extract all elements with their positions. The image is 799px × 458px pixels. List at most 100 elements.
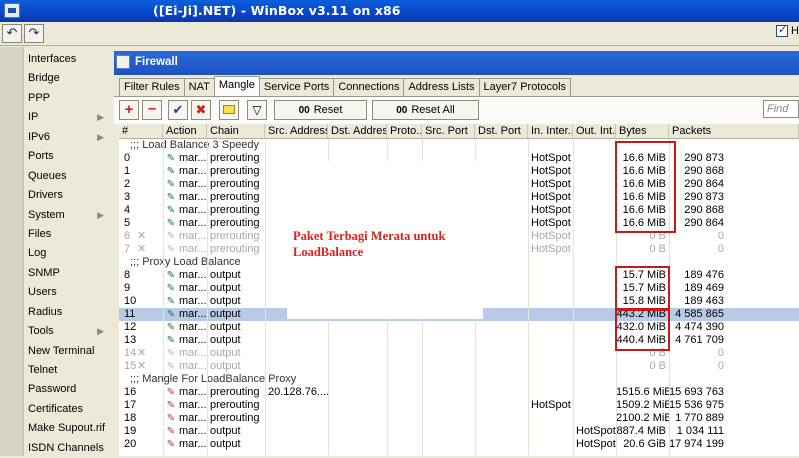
sidebar-item-new-terminal[interactable]: New Terminal: [24, 342, 112, 361]
reset-counters-button[interactable]: 00Reset Counters: [274, 100, 367, 135]
table-row[interactable]: 20 ✎ mar... output HotSpot 20.6 GiB 17 974 199: [119, 438, 799, 451]
plus-icon[interactable]: +: [119, 100, 139, 120]
sidebar-item-label: Ports: [28, 150, 54, 163]
column-header[interactable]: Dst. Port: [475, 124, 528, 139]
sidebar-item-label: Tools: [28, 325, 54, 338]
sidebar-item-snmp[interactable]: SNMP: [24, 264, 112, 283]
sidebar-item-radius[interactable]: Radius: [24, 303, 112, 322]
rule-in-interface: HotSpot: [531, 191, 571, 203]
tab-mangle[interactable]: Mangle: [213, 76, 260, 96]
rule-out-interface: [573, 165, 616, 178]
mark-action-icon: ✎: [166, 335, 176, 346]
redo-icon[interactable]: ↷: [24, 24, 44, 43]
check-icon[interactable]: ✔: [168, 100, 188, 120]
rule-packets: 290 873: [684, 152, 724, 164]
annotation-line-1: Paket Terbagi Merata untuk: [293, 229, 446, 243]
sidebar-item-system[interactable]: System ▶: [24, 206, 112, 225]
sidebar-item-password[interactable]: Password: [24, 380, 112, 399]
rule-action: ✎ mar...: [163, 412, 207, 425]
sidebar-item-ipv6[interactable]: IPv6 ▶: [24, 128, 112, 147]
find-input[interactable]: Find: [763, 100, 799, 118]
column-header[interactable]: In. Inter...: [528, 124, 573, 139]
table-row[interactable]: 18 ✎ mar... prerouting 2100.2 MiB 1 770 889: [119, 412, 799, 425]
table-row[interactable]: 17 ✎ mar... prerouting HotSpot 1509.2 MiB 15 5…: [119, 399, 799, 412]
hold-check-icon[interactable]: [776, 23, 789, 37]
minus-icon[interactable]: –: [142, 100, 162, 120]
table-row[interactable]: 13 ✎ mar... output 440.4 MiB 4 761 709: [119, 334, 799, 347]
sidebar-item-users[interactable]: Users: [24, 283, 112, 302]
rule-number: 2: [124, 178, 131, 190]
firewall-tabs: Filter Rules NAT Mangle Service Ports Connec…: [119, 76, 572, 97]
column-header[interactable]: Packets: [669, 124, 799, 139]
sidebar-item-certificates[interactable]: Certificates: [24, 400, 112, 419]
rule-src-address: [265, 438, 328, 451]
table-header: #ActionChainSrc. AddressDst. AddressProt…: [119, 124, 799, 139]
action-label: mar...: [179, 438, 207, 450]
table-row[interactable]: 15 ✕ ✎ mar... output 0 B 0: [119, 360, 799, 373]
rule-number: 3: [124, 191, 131, 203]
table-row[interactable]: 14 ✕ ✎ mar... output 0 B0: [119, 347, 799, 360]
column-header[interactable]: Action: [163, 124, 207, 139]
sidebar-item-drivers[interactable]: Drivers: [24, 186, 112, 205]
disabled-x-icon: ✕: [137, 230, 147, 242]
sidebar-item-queues[interactable]: Queues: [24, 167, 112, 186]
sidebar-item-ip[interactable]: IP ▶: [24, 108, 112, 127]
annotation-line-2: LoadBalance: [293, 245, 364, 259]
rule-action: ✎ mar...: [163, 295, 207, 308]
reset-counters-prefix: 00: [298, 105, 310, 116]
mark-action-icon: ✎: [166, 270, 176, 281]
tab-address-lists[interactable]: Address Lists: [403, 78, 480, 96]
table-row[interactable]: 19 ✎ mar... output HotSpot 887.4 MiB 1 034 111: [119, 425, 799, 438]
sidebar-item-files[interactable]: Files: [24, 225, 112, 244]
comment-row[interactable]: ;;; Mangle For LoadBalance Proxy: [119, 373, 799, 386]
sidebar-item-label: ISDN Channels: [28, 441, 104, 454]
sidebar-item-interfaces[interactable]: Interfaces: [24, 50, 112, 69]
sidebar-item-telnet[interactable]: Telnet: [24, 361, 112, 380]
rule-in-interface: HotSpot: [531, 204, 571, 216]
column-header[interactable]: Src. Port: [422, 124, 475, 139]
filter-icon[interactable]: ▽: [247, 100, 267, 120]
hold-checkbox[interactable]: H: [776, 23, 799, 37]
column-header[interactable]: Proto...: [387, 124, 422, 139]
rule-chain: prerouting: [210, 412, 260, 424]
table-row[interactable]: 16 ✎ mar... prerouting 20.128.76.... 1515.6 M…: [119, 386, 799, 399]
note-icon[interactable]: [219, 100, 239, 120]
rule-number: 8: [124, 269, 131, 281]
column-header[interactable]: Src. Address: [265, 124, 328, 139]
column-header[interactable]: Out. Int...: [573, 124, 616, 139]
tab-layer7-protocols[interactable]: Layer7 Protocols: [478, 78, 572, 96]
tab-connections[interactable]: Connections: [333, 78, 405, 96]
column-header[interactable]: #: [119, 124, 163, 139]
mark-action-icon: ✎: [166, 218, 176, 229]
rule-action: ✎ mar...: [163, 282, 207, 295]
tab-filter-rules[interactable]: Filter Rules: [119, 78, 185, 96]
reset-all-counters-button[interactable]: 00Reset All Counters: [372, 100, 479, 135]
sidebar-item-label: Radius: [28, 305, 63, 318]
action-label: mar...: [179, 204, 207, 216]
sidebar-item-ppp[interactable]: PPP: [24, 89, 112, 108]
undo-icon[interactable]: ↶: [2, 24, 22, 43]
action-label: mar...: [179, 282, 207, 294]
column-header[interactable]: Dst. Address: [328, 124, 387, 139]
rule-packets: 15 693 763: [669, 386, 725, 398]
action-label: mar...: [179, 347, 207, 359]
rule-action: ✎ mar...: [163, 334, 207, 347]
tab-service-ports[interactable]: Service Ports: [258, 78, 335, 96]
window-title: ([Ei-Ji].NET) - WinBox v3.11 on x86: [153, 3, 401, 18]
x-icon[interactable]: ✖: [191, 100, 211, 120]
rule-chain: prerouting: [210, 178, 260, 190]
comment-row[interactable]: ;;; Load Balance 3 Speedy: [119, 139, 799, 152]
action-label: mar...: [179, 321, 207, 333]
action-label: mar...: [179, 230, 207, 242]
sidebar-item-log[interactable]: Log: [24, 244, 112, 263]
sidebar-item-tools[interactable]: Tools ▶: [24, 322, 112, 341]
table-row[interactable]: 12 ✎ mar... output 432.0 MiB 4 474 390: [119, 321, 799, 334]
sidebar-item-bridge[interactable]: Bridge: [24, 69, 112, 88]
sidebar-item-make-supout-rif[interactable]: Make Supout.rif: [24, 419, 112, 438]
sidebar-item-ports[interactable]: Ports: [24, 147, 112, 166]
mark-action-icon: ✎: [166, 205, 176, 216]
tab-nat[interactable]: NAT: [183, 78, 215, 96]
column-header[interactable]: Bytes: [616, 124, 669, 139]
sidebar-item-isdn-channels[interactable]: ISDN Channels: [24, 439, 112, 458]
column-header[interactable]: Chain: [207, 124, 265, 139]
